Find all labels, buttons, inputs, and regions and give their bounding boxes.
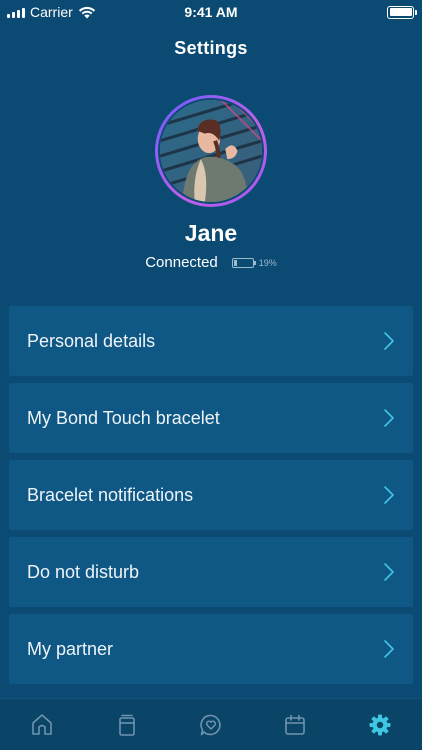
menu-item-label: Bracelet notifications (27, 484, 194, 505)
menu-item-bracelet-notifications[interactable]: Bracelet notifications (9, 460, 413, 530)
connection-status-label: Connected (145, 254, 218, 271)
profile-name: Jane (184, 220, 238, 246)
avatar[interactable] (155, 95, 267, 207)
bracelet-battery-percent: 19% (258, 257, 277, 268)
connection-status: Connected 19% (0, 254, 422, 271)
menu-item-my-bracelet[interactable]: My Bond Touch bracelet (9, 383, 413, 453)
menu-item-personal-details[interactable]: Personal details (9, 306, 413, 376)
carrier-label: Carrier (30, 4, 73, 20)
chevron-right-icon (384, 640, 394, 658)
tab-journal[interactable] (97, 703, 157, 747)
wifi-icon (78, 6, 95, 18)
chevron-right-icon (384, 332, 394, 350)
journal-icon (118, 714, 135, 736)
tab-messages[interactable] (181, 703, 241, 747)
menu-item-label: Do not disturb (27, 561, 140, 582)
calendar-icon (285, 714, 306, 735)
avatar-photo (158, 98, 264, 204)
chevron-right-icon (384, 563, 394, 581)
menu-item-do-not-disturb[interactable]: Do not disturb (9, 537, 413, 607)
gear-icon (369, 714, 391, 735)
menu-item-label: My partner (27, 638, 114, 659)
menu-item-my-partner[interactable]: My partner (9, 614, 413, 684)
settings-menu: Personal details My Bond Touch bracelet … (9, 306, 413, 691)
menu-item-label: My Bond Touch bracelet (27, 407, 220, 428)
tab-calendar[interactable] (265, 703, 325, 747)
signal-icon (7, 7, 25, 18)
chevron-right-icon (384, 486, 394, 504)
page-title: Settings (174, 38, 248, 58)
heart-chat-icon (200, 714, 221, 735)
tab-home[interactable] (12, 703, 72, 747)
bracelet-battery-icon (231, 257, 256, 268)
status-bar: Carrier 9:41 AM (0, 0, 422, 24)
tab-bar (0, 698, 422, 750)
status-left: Carrier (7, 4, 96, 20)
menu-item-label: Personal details (27, 330, 156, 351)
home-icon (32, 713, 52, 735)
tab-settings[interactable] (350, 703, 410, 747)
chevron-right-icon (384, 409, 394, 427)
battery-icon (387, 5, 417, 19)
